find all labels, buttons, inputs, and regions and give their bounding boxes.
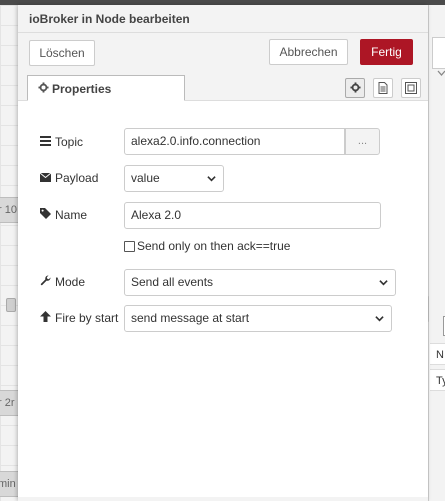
cancel-button[interactable]: Abbrechen <box>269 39 348 65</box>
sidebar <box>428 5 445 501</box>
flow-node[interactable]: r 2r <box>0 390 19 416</box>
done-button[interactable]: Fertig <box>360 39 413 65</box>
topic-label: Topic <box>40 135 83 149</box>
flow-workspace[interactable]: r 10 r 2r min <box>0 5 19 501</box>
ack-checkbox[interactable] <box>124 241 135 252</box>
topic-input[interactable]: alexa2.0.info.connection <box>124 128 345 155</box>
dialog-title: ioBroker in Node bearbeiten <box>29 12 190 26</box>
chevron-down-icon[interactable] <box>437 68 445 78</box>
dialog-toolbar: Löschen Abbrechen Fertig <box>18 33 428 74</box>
flow-node[interactable]: r 10 <box>0 197 19 223</box>
sidebar-row: Ty <box>430 369 445 391</box>
payload-select[interactable]: value <box>124 165 224 192</box>
mode-select[interactable]: Send all events <box>124 269 396 296</box>
settings-tab-button[interactable] <box>345 78 365 98</box>
delete-button[interactable]: Löschen <box>29 40 95 66</box>
tasks-icon <box>40 136 53 149</box>
edit-dialog: ioBroker in Node bearbeiten Löschen Abbr… <box>18 5 428 501</box>
gear-icon <box>38 82 49 96</box>
tab-properties[interactable]: Properties <box>27 75 185 101</box>
dialog-header: ioBroker in Node bearbeiten <box>18 5 428 33</box>
wrench-icon <box>40 275 53 289</box>
ack-checkbox-label: Send only on then ack==true <box>137 239 291 253</box>
chevron-down-icon <box>379 280 388 286</box>
tab-bar: Properties <box>18 73 428 101</box>
tab-properties-label: Properties <box>52 82 112 96</box>
payload-label: Payload <box>39 171 98 185</box>
tag-icon <box>40 208 53 222</box>
document-icon <box>378 82 388 97</box>
dialog-footer <box>18 497 428 501</box>
node-port[interactable] <box>6 298 16 312</box>
gear-icon <box>349 82 361 96</box>
sidebar-panel[interactable] <box>432 37 445 69</box>
name-input[interactable]: Alexa 2.0 <box>124 202 381 229</box>
chevron-down-icon <box>207 176 216 182</box>
fire-by-start-label: Fire by start <box>40 311 118 325</box>
appearance-tab-button[interactable] <box>401 78 421 98</box>
description-tab-button[interactable] <box>373 78 393 98</box>
topic-browse-button[interactable]: ... <box>345 128 380 155</box>
mode-label: Mode <box>40 275 85 289</box>
arrow-up-icon <box>40 311 53 325</box>
fire-by-start-select[interactable]: send message at start <box>124 305 392 332</box>
sidebar-row: N <box>430 343 445 365</box>
flow-node[interactable]: min <box>0 471 19 497</box>
chevron-down-icon <box>375 316 384 322</box>
layout-icon <box>405 82 417 97</box>
name-label: Name <box>40 208 87 222</box>
envelope-icon <box>39 172 53 185</box>
